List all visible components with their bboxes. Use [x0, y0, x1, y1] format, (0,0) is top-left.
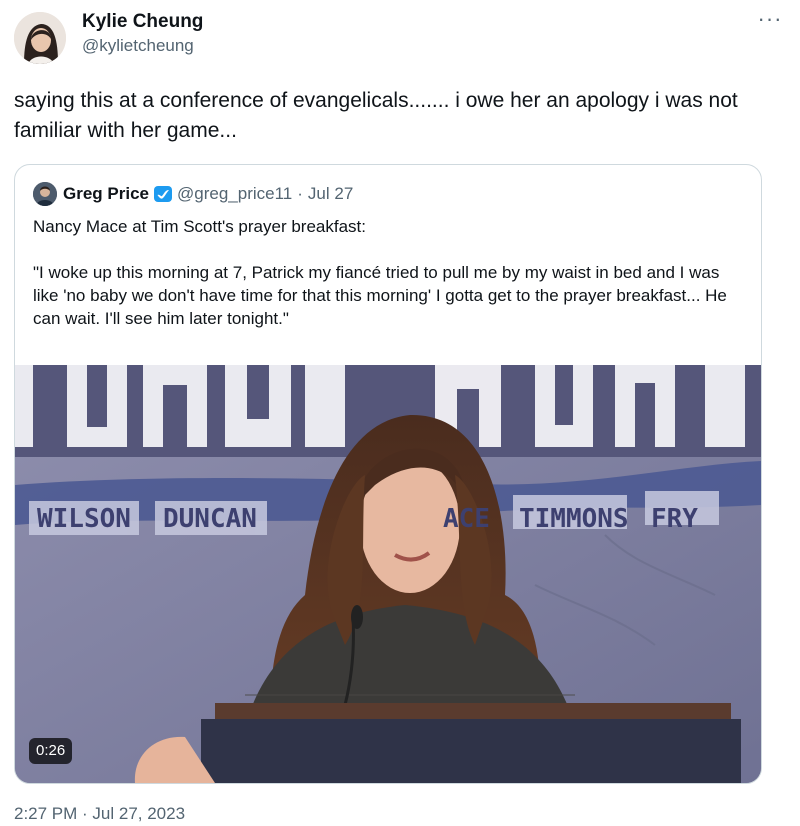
quoted-tweet[interactable]: Greg Price @greg_price11 · Jul 27 Nancy …: [14, 164, 762, 784]
video-duration: 0:26: [29, 738, 73, 764]
banner-name: ACE: [443, 504, 490, 534]
quoted-date: Jul 27: [307, 184, 354, 203]
banner-name: TIMMONS: [519, 504, 629, 534]
separator-dot: ·: [297, 184, 303, 203]
author-names: Kylie Cheung @kylietcheung: [82, 10, 203, 58]
quoted-display-name: Greg Price: [63, 184, 149, 203]
video-thumbnail: WILSON DUNCAN ACE TIMMONS FRY: [15, 365, 761, 783]
quoted-tweet-text: Nancy Mace at Tim Scott's prayer breakfa…: [33, 217, 727, 328]
video-player[interactable]: WILSON DUNCAN ACE TIMMONS FRY 0:26: [15, 365, 761, 783]
banner-name: FRY: [651, 504, 698, 534]
banner-name: DUNCAN: [163, 504, 257, 534]
verified-badge-icon: [153, 184, 173, 204]
author-handle[interactable]: @kylietcheung: [82, 34, 203, 58]
quoted-avatar: [33, 182, 57, 206]
quoted-handle: @greg_price11: [177, 184, 293, 203]
banner-name: WILSON: [37, 504, 131, 534]
author-display-name[interactable]: Kylie Cheung: [82, 10, 203, 34]
tweet-timestamp[interactable]: 2:27 PM · Jul 27, 2023: [14, 802, 185, 826]
tweet-text: saying this at a conference of evangelic…: [14, 89, 738, 142]
profile-photo: [14, 12, 66, 64]
avatar[interactable]: [14, 12, 66, 64]
quoted-tweet-header: Greg Price @greg_price11 · Jul 27: [33, 181, 353, 207]
tweet-header: Kylie Cheung @kylietcheung ···: [14, 8, 786, 66]
more-horizontal-icon[interactable]: ···: [754, 8, 786, 36]
